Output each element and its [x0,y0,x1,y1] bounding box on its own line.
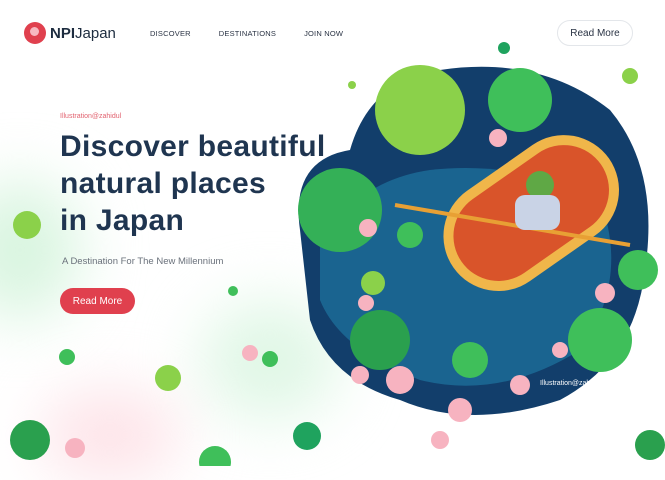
hero-subtitle: A Destination For The New Millennium [62,256,224,267]
nav-destinations[interactable]: DESTINATIONS [219,29,276,38]
brand-bold: NPI [50,24,76,42]
brand-light: Japan [75,24,116,42]
title-line: natural places [60,167,266,200]
brand-logo[interactable]: NPIJapan [24,22,116,44]
cherry-blossom-logo-icon [24,22,46,44]
title-line: Discover beautiful [60,130,326,163]
header-read-more-button[interactable]: Read More [557,20,633,46]
illustration-credit: Illustration@zahidul [540,380,602,387]
hero-read-more-button[interactable]: Read More [60,288,135,314]
nav-discover[interactable]: DISCOVER [150,29,191,38]
main-nav: DISCOVER DESTINATIONS JOIN NOW [150,29,343,38]
title-line: in Japan [60,204,185,237]
hero-title: Discover beautiful natural places in Jap… [60,128,325,239]
nav-join-now[interactable]: JOIN NOW [304,29,343,38]
hero-credit: Illustration@zahidul [60,113,122,120]
